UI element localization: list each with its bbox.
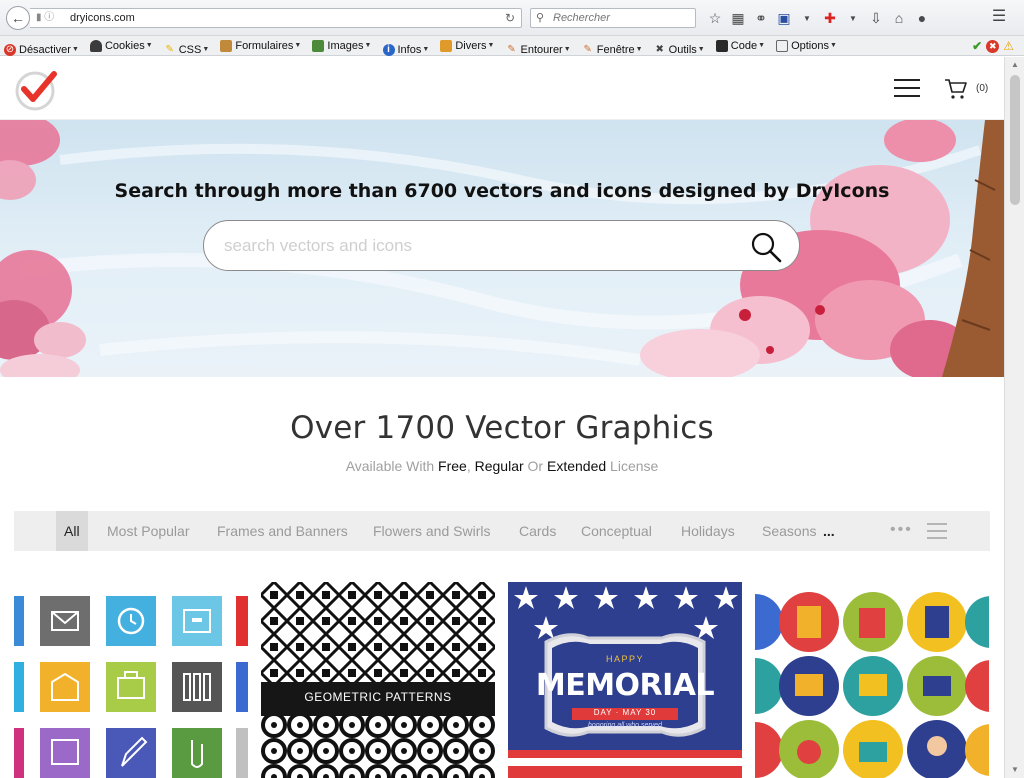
page-scrollbar[interactable]: ▲ ▼ — [1004, 57, 1024, 778]
memorial-happy-text: HAPPY — [605, 654, 644, 664]
dev-item-formulaires[interactable]: Formulaires ▼ — [220, 36, 301, 56]
dev-item-label: Divers — [455, 40, 487, 52]
pencil-icon: ✎ — [165, 44, 174, 55]
pen-icon: ✎ — [507, 44, 516, 55]
dev-item-cookies[interactable]: Cookies ▼ — [89, 36, 153, 56]
browser-navbar: ← ▮ ⓘ dryicons.com ↻ ⚲ ☆ ▦ ⚭ ▣ ▼ ✚ ▼ ⇩ ⌂… — [0, 0, 1024, 36]
hero-banner: Search through more than 6700 vectors an… — [0, 120, 1004, 377]
home-icon[interactable]: ⌂ — [888, 8, 910, 28]
reload-icon[interactable]: ↻ — [505, 9, 515, 27]
memorial-sub-text: honoring all who served — [588, 722, 662, 729]
geometric-patterns-card[interactable]: GEOMETRIC PATTERNS — [261, 582, 495, 778]
addon-plus-icon[interactable]: ✚ — [819, 8, 841, 28]
memorial-date-text: DAY · MAY 30 — [593, 708, 657, 717]
filter-tab-flowers-and-swirls[interactable]: Flowers and Swirls — [373, 511, 490, 551]
section-title: Over 1700 Vector Graphics — [290, 410, 714, 446]
filter-tab-seasons[interactable]: Seasons — [762, 511, 816, 551]
magnifier-icon: ⚲ — [536, 12, 545, 24]
dev-item-label: Formulaires — [235, 40, 294, 52]
save-icon[interactable]: ▣ — [773, 8, 795, 28]
scrollbar-thumb[interactable] — [1010, 75, 1020, 205]
image-icon — [312, 40, 325, 52]
validation-check-icon[interactable]: ✔ — [972, 36, 982, 56]
bookmark-star-icon[interactable]: ☆ — [704, 8, 726, 28]
reading-list-icon[interactable]: ▦ — [727, 8, 749, 28]
license-subline: Available With Free, Regular Or Extended… — [0, 458, 1004, 474]
hero-title: Search through more than 6700 vectors an… — [114, 180, 890, 202]
clipboard-icon — [220, 40, 233, 52]
category-filter-bar: All Most Popular Frames and Banners Flow… — [14, 511, 990, 551]
cart-count[interactable]: (0) — [976, 83, 988, 94]
back-arrow-icon[interactable]: ← — [6, 6, 30, 30]
filter-tab-cards[interactable]: Cards — [519, 511, 556, 551]
hero-search-box[interactable] — [203, 220, 800, 271]
geometric-pattern-preview — [261, 582, 495, 778]
graphics-grid: GEOMETRIC PATTERNS HAPPY MEMORIAL DAY · … — [14, 582, 990, 778]
download-arrow-icon[interactable]: ⇩ — [865, 8, 887, 28]
filter-tab-all[interactable]: All — [56, 511, 88, 551]
options-icon — [776, 40, 789, 52]
subline-or: Or — [527, 458, 544, 474]
error-circle-icon[interactable]: ✖ — [986, 39, 1000, 53]
tools-icon: ✖ — [655, 44, 664, 55]
folder-icon — [440, 40, 453, 52]
pen-icon: ✎ — [583, 44, 592, 55]
filter-tab-frames-and-banners[interactable]: Frames and Banners — [217, 511, 348, 551]
dev-item-divers[interactable]: Divers ▼ — [440, 36, 494, 56]
subline-prefix: Available With — [345, 458, 435, 474]
browser-search-input[interactable] — [551, 10, 691, 26]
dev-item-images[interactable]: Images ▼ — [312, 36, 371, 56]
url-text[interactable]: dryicons.com — [70, 9, 135, 27]
browser-search-box[interactable]: ⚲ — [530, 8, 696, 28]
disable-icon: ⊘ — [4, 44, 16, 56]
filter-tab-holidays[interactable]: Holidays — [681, 511, 735, 551]
web-developer-toolbar: ⊘ Désactiver ▼ Cookies ▼ ✎ CSS ▼ Formulaires ▼… — [0, 36, 1024, 56]
dropdown-caret-icon[interactable]: ▼ — [842, 8, 864, 28]
subline-suffix: License — [610, 458, 659, 474]
office-icons-card[interactable] — [14, 582, 248, 778]
more-filters-icon[interactable]: ••• — [890, 511, 913, 551]
browser-menu-icon[interactable]: ☰ — [990, 8, 1008, 26]
license-regular: Regular — [474, 458, 524, 474]
filter-tab-conceptual[interactable]: Conceptual — [581, 511, 652, 551]
office-icons-preview — [14, 596, 248, 778]
dev-item-label: Options — [791, 40, 829, 52]
warning-triangle-icon[interactable]: ⚠ — [1003, 36, 1014, 56]
dev-item-label: Cookies — [104, 40, 145, 52]
memorial-day-card[interactable]: HAPPY MEMORIAL DAY · MAY 30 honoring all… — [508, 582, 742, 778]
scroll-down-icon[interactable]: ▼ — [1005, 762, 1024, 778]
hamburger-menu-icon[interactable] — [894, 79, 920, 99]
chat-bubble-icon[interactable]: ● — [911, 8, 933, 28]
license-extended: Extended — [546, 458, 607, 474]
flat-round-icons-preview — [755, 592, 989, 778]
info-icon: i — [382, 44, 395, 56]
search-icon[interactable] — [749, 230, 783, 264]
dev-item-options[interactable]: Options ▼ — [776, 36, 837, 56]
shopping-cart-icon[interactable] — [944, 77, 968, 101]
subline-comma: , — [466, 458, 475, 474]
dev-item-label: Images — [327, 40, 364, 52]
website-viewport: (0) Search through more than 6700 vector… — [0, 57, 1004, 778]
dev-item-code[interactable]: Code ▼ — [715, 36, 765, 56]
geometric-patterns-caption: GEOMETRIC PATTERNS — [304, 690, 452, 704]
dev-item-label: Code — [730, 40, 758, 52]
dryicons-logo[interactable] — [14, 66, 60, 112]
license-free: Free — [438, 458, 467, 474]
code-icon — [715, 40, 728, 52]
site-header: (0) — [0, 57, 1004, 120]
list-view-icon[interactable] — [927, 523, 947, 539]
memorial-main-text: MEMORIAL — [535, 668, 715, 703]
page-info-icon[interactable]: ▮ ⓘ — [36, 9, 54, 27]
pocket-icon[interactable]: ⚭ — [750, 8, 772, 28]
url-bar[interactable]: ▮ ⓘ dryicons.com ↻ — [30, 8, 522, 28]
cookie-icon — [89, 40, 102, 52]
scroll-up-icon[interactable]: ▲ — [1005, 57, 1024, 73]
filter-tab-most-popular[interactable]: Most Popular — [107, 511, 189, 551]
dropdown-caret-icon[interactable]: ▼ — [796, 8, 818, 28]
filter-ellipsis[interactable]: ... — [823, 511, 835, 551]
hero-search-input[interactable] — [222, 233, 732, 259]
flat-round-icons-card[interactable] — [755, 582, 989, 778]
